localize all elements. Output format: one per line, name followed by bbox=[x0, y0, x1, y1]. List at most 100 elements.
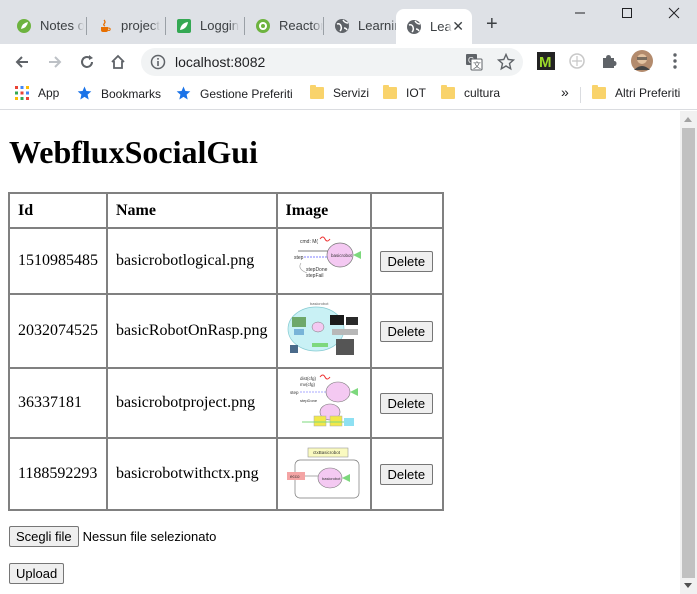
svg-text:ctxBasicrobot: ctxBasicrobot bbox=[313, 450, 341, 455]
bookmark-iot[interactable]: IOT bbox=[383, 85, 426, 100]
star-icon bbox=[77, 86, 92, 101]
cell-id: 1510985485 bbox=[9, 228, 107, 294]
cell-actions: Delete bbox=[370, 228, 443, 294]
bookmark-app[interactable]: App bbox=[15, 86, 59, 100]
bookmark-gestione-preferiti[interactable]: Gestione Preferiti bbox=[176, 86, 293, 101]
minimize-icon[interactable] bbox=[570, 6, 590, 22]
cell-image: dist(cfg) mv(cfg) step stepDone bbox=[276, 368, 371, 438]
bookmark-label: cultura bbox=[464, 86, 501, 100]
cell-image: cmd: M( step stepDone stepFail basicrobo… bbox=[276, 228, 371, 294]
tab-notes[interactable]: Notes o bbox=[6, 9, 84, 42]
bookmark-cultura[interactable]: cultura bbox=[441, 85, 501, 100]
tab-reactor[interactable]: Reactor bbox=[245, 9, 323, 42]
tab-learning[interactable]: Learnin bbox=[324, 9, 402, 42]
svg-text:basicrobot: basicrobot bbox=[310, 301, 329, 306]
star-bookmark-icon[interactable] bbox=[496, 52, 516, 76]
delete-button[interactable]: Delete bbox=[379, 392, 434, 414]
tab-label: project bbox=[121, 18, 161, 33]
bookmark-label: Altri Preferiti bbox=[615, 86, 681, 100]
translate-icon[interactable]: G文 bbox=[465, 53, 483, 76]
java-cup-icon bbox=[97, 18, 113, 34]
svg-text:文: 文 bbox=[473, 60, 481, 70]
bookmark-servizi[interactable]: Servizi bbox=[310, 85, 370, 100]
page-viewport: WebfluxSocialGui Id Name Image 151098548… bbox=[0, 111, 680, 594]
address-bar[interactable]: localhost:8082 G文 bbox=[141, 48, 523, 76]
table-row: 1188592293 basicrobotwithctx.png ctxBasi… bbox=[9, 438, 443, 510]
robot-context-thumbnail: ctxBasicrobot ecco basicrobot bbox=[286, 447, 359, 499]
svg-text:basicrobot: basicrobot bbox=[331, 253, 353, 258]
table-row: 2032074525 basicRobotOnRasp.png basicrob… bbox=[9, 294, 443, 368]
cell-id: 36337181 bbox=[9, 368, 107, 438]
tab-logging[interactable]: Loggin bbox=[166, 9, 244, 42]
scroll-up-arrow-icon[interactable] bbox=[684, 117, 692, 122]
close-tab-icon[interactable]: ✕ bbox=[452, 18, 464, 34]
bookmark-label: Gestione Preferiti bbox=[200, 86, 293, 101]
tab-label: Notes o bbox=[40, 18, 84, 33]
svg-text:stepDone: stepDone bbox=[300, 398, 318, 403]
column-header-id: Id bbox=[9, 193, 107, 228]
back-icon[interactable] bbox=[11, 51, 33, 73]
svg-text:mv(cfg): mv(cfg) bbox=[300, 382, 316, 387]
delete-button[interactable]: Delete bbox=[379, 250, 434, 272]
svg-text:basicrobot: basicrobot bbox=[322, 476, 341, 481]
close-window-icon[interactable] bbox=[664, 6, 684, 22]
tab-strip: Notes o project Loggin Reactor Learnin L… bbox=[0, 0, 697, 44]
cell-image: basicrobot bbox=[276, 294, 371, 368]
tab-project[interactable]: project bbox=[87, 9, 165, 42]
bookmark-label: App bbox=[38, 86, 60, 100]
star-icon bbox=[176, 86, 191, 101]
cell-image: ctxBasicrobot ecco basicrobot bbox=[276, 438, 371, 510]
forward-icon[interactable] bbox=[44, 51, 66, 73]
tab-label: Learnin bbox=[358, 18, 402, 33]
folder-icon bbox=[310, 85, 324, 99]
info-icon[interactable] bbox=[150, 54, 166, 75]
menu-dots-icon[interactable] bbox=[666, 52, 684, 70]
cell-actions: Delete bbox=[370, 368, 443, 438]
robot-diagram-thumbnail: cmd: M( step stepDone stepFail basicrobo… bbox=[294, 236, 361, 279]
tab-label: Loggin bbox=[200, 18, 240, 33]
tab-label: Reactor bbox=[279, 18, 323, 33]
cell-name: basicrobotproject.png bbox=[107, 368, 277, 438]
reload-icon[interactable] bbox=[76, 51, 98, 73]
new-tab-icon[interactable]: + bbox=[486, 14, 498, 34]
upload-button[interactable]: Upload bbox=[9, 563, 65, 584]
home-icon[interactable] bbox=[107, 51, 129, 73]
cell-name: basicrobotwithctx.png bbox=[107, 438, 277, 510]
column-header-actions bbox=[370, 193, 443, 228]
apps-grid-icon bbox=[15, 86, 29, 100]
cell-actions: Delete bbox=[370, 438, 443, 510]
bookmarks-bar: App Bookmarks Gestione Preferiti Servizi… bbox=[0, 80, 697, 110]
bookmark-label: IOT bbox=[406, 86, 426, 100]
cell-id: 1188592293 bbox=[9, 438, 107, 510]
extension-grid-icon[interactable] bbox=[568, 52, 586, 70]
svg-text:dist(cfg): dist(cfg) bbox=[300, 376, 317, 381]
cell-actions: Delete bbox=[370, 294, 443, 368]
tab-label: Lea bbox=[430, 19, 452, 34]
upload-container: Upload bbox=[9, 563, 65, 584]
scroll-thumb[interactable] bbox=[682, 128, 695, 578]
avatar[interactable] bbox=[631, 50, 653, 72]
bookmark-label: Bookmarks bbox=[101, 86, 162, 101]
extension-m-icon[interactable]: M bbox=[537, 52, 555, 71]
puzzle-extensions-icon[interactable] bbox=[600, 52, 618, 70]
bookmarks-overflow-chevron-icon[interactable]: » bbox=[561, 84, 569, 100]
browser-toolbar: localhost:8082 G文 M bbox=[0, 44, 697, 80]
choose-file-button[interactable]: Scegli file bbox=[9, 526, 79, 547]
delete-button[interactable]: Delete bbox=[379, 320, 434, 342]
svg-text:cmd: M(: cmd: M( bbox=[300, 239, 318, 245]
bookmark-altri-preferiti[interactable]: Altri Preferiti bbox=[592, 85, 681, 100]
file-status-text: Nessun file selezionato bbox=[82, 529, 217, 544]
tab-active[interactable]: Lea ✕ bbox=[396, 9, 472, 44]
vertical-scrollbar[interactable] bbox=[680, 111, 697, 594]
bookmark-label: Servizi bbox=[333, 86, 370, 100]
folder-icon bbox=[441, 85, 455, 99]
browser-chrome: Notes o project Loggin Reactor Learnin L… bbox=[0, 0, 697, 111]
svg-text:ecco: ecco bbox=[290, 474, 300, 479]
scroll-down-arrow-icon[interactable] bbox=[684, 583, 692, 588]
table-header-row: Id Name Image bbox=[9, 193, 443, 228]
maximize-icon[interactable] bbox=[617, 6, 637, 22]
delete-button[interactable]: Delete bbox=[379, 463, 434, 485]
svg-text:stepFail: stepFail bbox=[306, 273, 324, 279]
cell-name: basicRobotOnRasp.png bbox=[107, 294, 277, 368]
bookmark-bookmarks[interactable]: Bookmarks bbox=[77, 86, 161, 101]
